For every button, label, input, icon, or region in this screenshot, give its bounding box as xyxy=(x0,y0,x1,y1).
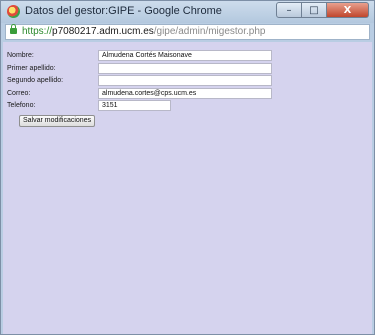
url-protocol: https:// xyxy=(22,26,53,37)
title-bar[interactable]: Datos del gestor:GIPE - Google Chrome – … xyxy=(1,1,374,23)
maximize-button[interactable]: □ xyxy=(302,2,327,18)
minimize-button[interactable]: – xyxy=(276,2,302,18)
close-button[interactable]: X xyxy=(327,2,369,18)
address-bar[interactable]: https://p7080217.adm.ucm.es/gipe/admin/m… xyxy=(5,24,370,40)
form-row-correo: Correo: almudena.cortes@cps.ucm.es xyxy=(7,88,287,100)
chrome-icon xyxy=(7,5,20,18)
lock-icon xyxy=(10,24,17,34)
url-text[interactable]: https://p7080217.adm.ucm.es/gipe/admin/m… xyxy=(22,26,265,37)
browser-window: Datos del gestor:GIPE - Google Chrome – … xyxy=(0,0,375,335)
segundo-apellido-field[interactable] xyxy=(98,75,272,86)
correo-field[interactable]: almudena.cortes@cps.ucm.es xyxy=(98,88,272,99)
window-controls: – □ X xyxy=(276,2,369,19)
form-row-segundo-apellido: Segundo apellido: xyxy=(7,75,287,87)
save-button[interactable]: Salvar modificaciones xyxy=(19,115,96,127)
nombre-field[interactable]: Almudena Cortés Maisonave xyxy=(98,50,272,61)
nombre-label: Nombre: xyxy=(7,52,34,59)
correo-label: Correo: xyxy=(7,90,31,97)
primer-apellido-label: Primer apellido: xyxy=(7,65,56,72)
form-row-primer-apellido: Primer apellido: xyxy=(7,63,287,75)
primer-apellido-field[interactable] xyxy=(98,63,272,74)
page-content: Nombre: Almudena Cortés Maisonave Primer… xyxy=(3,42,372,334)
segundo-apellido-label: Segundo apellido: xyxy=(7,77,64,84)
telefono-label: Telefono: xyxy=(7,102,36,109)
window-title: Datos del gestor:GIPE - Google Chrome xyxy=(25,5,222,17)
form-row-telefono: Telefono: 3151 xyxy=(7,100,287,112)
telefono-field[interactable]: 3151 xyxy=(98,100,171,111)
form-row-nombre: Nombre: Almudena Cortés Maisonave xyxy=(7,50,287,62)
url-path: /gipe/admin/migestor.php xyxy=(153,26,266,37)
url-host: p7080217.adm.ucm.es xyxy=(52,26,154,37)
